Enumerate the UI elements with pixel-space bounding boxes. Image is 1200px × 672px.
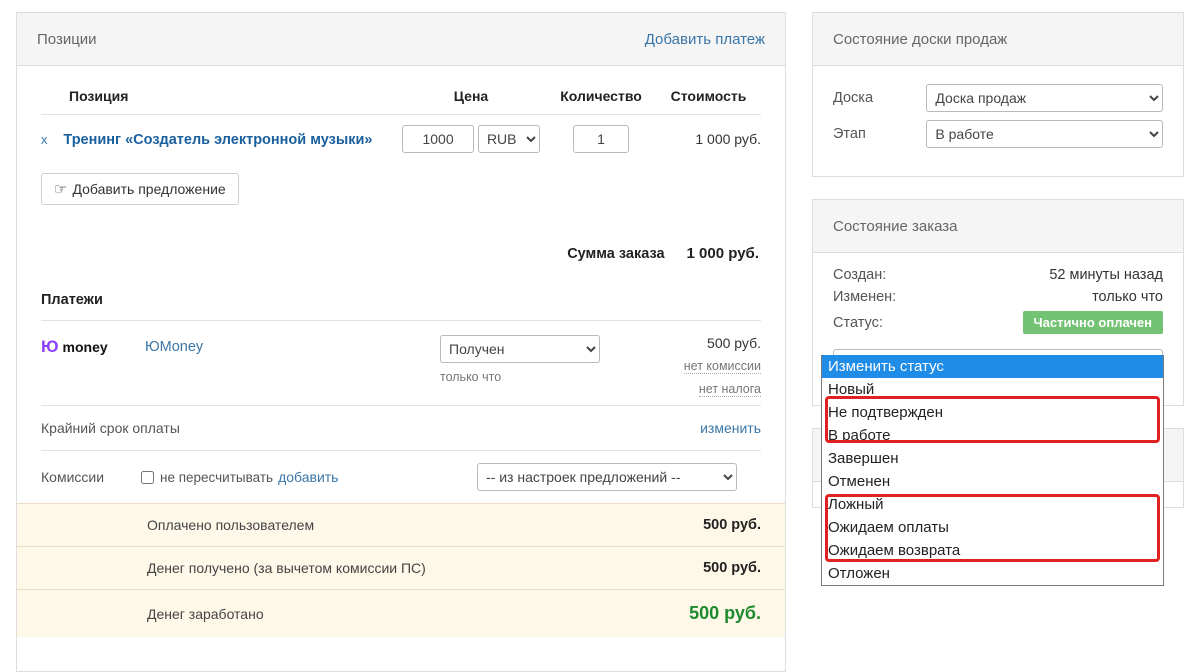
- order-total-value: 1 000 руб.: [686, 245, 759, 262]
- add-offer-button[interactable]: ☞ Добавить предложение: [41, 173, 239, 205]
- yoomoney-mark-icon: Ю: [41, 337, 59, 356]
- total-value: 500 руб.: [703, 517, 761, 533]
- payment-deadline-row: Крайний срок оплаты изменить: [41, 406, 761, 450]
- status-option-3[interactable]: В работе: [822, 424, 1163, 447]
- status-option-9[interactable]: Отложен: [822, 562, 1163, 585]
- status-option-5[interactable]: Отменен: [822, 470, 1163, 493]
- status-option-4[interactable]: Завершен: [822, 447, 1163, 470]
- changed-value: только что: [1092, 289, 1163, 305]
- status-dropdown-list[interactable]: Изменить статус Новый Не подтвержден В рабо…: [821, 355, 1164, 586]
- item-currency-select[interactable]: RUB: [477, 125, 540, 153]
- item-price-cell: RUB: [396, 115, 546, 164]
- created-row: Создан: 52 минуты назад: [833, 267, 1163, 283]
- payment-deadline-edit-link[interactable]: изменить: [700, 420, 761, 436]
- created-value: 52 минуты назад: [1049, 267, 1163, 283]
- items-table: Позиция Цена Количество Стоимость x Трен…: [41, 66, 761, 163]
- order-state-header: Состояние заказа: [813, 200, 1183, 253]
- items-panel-body: Позиция Цена Количество Стоимость x Трен…: [17, 66, 785, 503]
- item-cost-value: 1 000 руб.: [695, 131, 761, 147]
- payment-status-time: только что: [440, 370, 502, 384]
- total-label: Денег заработано: [147, 605, 264, 622]
- status-option-0[interactable]: Изменить статус: [822, 355, 1163, 378]
- column-header-price: Цена: [396, 66, 546, 115]
- item-price-input[interactable]: [402, 125, 475, 153]
- item-name-cell: x Тренинг «Создатель электронной музыки»: [41, 115, 396, 164]
- item-quantity-input[interactable]: [573, 125, 629, 153]
- status-option-2[interactable]: Не подтвержден: [822, 401, 1163, 424]
- total-label: Денег получено (за вычетом комиссии ПС): [147, 560, 426, 576]
- payment-deadline-label: Крайний срок оплаты: [41, 420, 180, 436]
- commission-source-select[interactable]: -- из настроек предложений --: [477, 463, 737, 491]
- sales-board-body: Доска Доска продаж Этап В работе: [813, 66, 1183, 176]
- add-payment-link[interactable]: Добавить платеж: [645, 31, 765, 48]
- total-label: Оплачено пользователем: [147, 517, 315, 533]
- status-row: Статус: Частично оплачен: [833, 311, 1163, 334]
- status-option-6[interactable]: Ложный: [822, 493, 1163, 516]
- no-commission-label[interactable]: нет комиссии: [683, 359, 761, 374]
- page-root: Позиции Добавить платеж Позиция Цена Кол…: [0, 0, 1200, 672]
- items-table-body: x Тренинг «Создатель электронной музыки»…: [41, 115, 761, 164]
- item-name-link[interactable]: Тренинг «Создатель электронной музыки»: [63, 132, 372, 148]
- column-header-position: Позиция: [41, 66, 396, 115]
- status-option-1[interactable]: Новый: [822, 378, 1163, 401]
- items-table-head: Позиция Цена Количество Стоимость: [41, 66, 761, 115]
- remove-item-icon[interactable]: x: [41, 132, 60, 147]
- commissions-row: Комиссии не пересчитывать добавить -- из…: [41, 451, 761, 503]
- stage-field-row: Этап В работе: [833, 120, 1163, 148]
- totals-band: Оплачено пользователем 500 руб. Денег по…: [17, 503, 785, 637]
- column-header-quantity: Количество: [546, 66, 656, 115]
- column-header-cost: Стоимость: [656, 66, 761, 115]
- order-total-row: Сумма заказа 1 000 руб.: [41, 245, 761, 262]
- yoomoney-logo: Ю money: [41, 335, 145, 355]
- total-value-earned: 500 руб.: [689, 603, 761, 623]
- hand-pointer-icon: ☞: [54, 180, 68, 198]
- commissions-label: Комиссии: [41, 469, 105, 485]
- payments-section-title: Платежи: [41, 292, 103, 308]
- items-panel-header: Позиции Добавить платеж: [17, 13, 785, 66]
- add-commission-link[interactable]: добавить: [278, 469, 338, 485]
- changed-label: Изменен:: [833, 289, 897, 305]
- total-row-money-received: Денег получено (за вычетом комиссии ПС) …: [17, 547, 785, 590]
- board-select[interactable]: Доска продаж: [926, 84, 1163, 112]
- stage-select[interactable]: В работе: [926, 120, 1163, 148]
- payment-row: Ю money ЮMoney Получен только что 500 ру…: [41, 321, 761, 405]
- changed-row: Изменен: только что: [833, 289, 1163, 305]
- total-row-money-earned: Денег заработано 500 руб.: [17, 590, 785, 637]
- payment-status-select[interactable]: Получен: [440, 335, 600, 363]
- table-row: x Тренинг «Создатель электронной музыки»…: [41, 115, 761, 164]
- status-option-7[interactable]: Ожидаем оплаты: [822, 516, 1163, 539]
- board-field-row: Доска Доска продаж: [833, 84, 1163, 112]
- status-label: Статус:: [833, 314, 883, 331]
- yoomoney-logo-text: money: [62, 338, 108, 355]
- items-panel: Позиции Добавить платеж Позиция Цена Кол…: [16, 12, 786, 672]
- items-panel-title: Позиции: [37, 30, 97, 48]
- items-table-header-row: Позиция Цена Количество Стоимость: [41, 66, 761, 115]
- payment-method-link[interactable]: ЮMoney: [145, 335, 203, 355]
- created-label: Создан:: [833, 267, 887, 283]
- sales-board-header: Состояние доски продаж: [813, 13, 1183, 66]
- sales-board-title: Состояние доски продаж: [833, 30, 1008, 48]
- status-option-8[interactable]: Ожидаем возврата: [822, 539, 1163, 562]
- payment-amount: 500 руб.: [707, 335, 761, 351]
- no-recalc-label: не пересчитывать: [160, 469, 274, 485]
- total-value: 500 руб.: [703, 560, 761, 576]
- sales-board-panel: Состояние доски продаж Доска Доска прода…: [812, 12, 1184, 177]
- no-recalc-checkbox[interactable]: [141, 470, 154, 484]
- total-row-paid-by-user: Оплачено пользователем 500 руб.: [17, 504, 785, 547]
- add-offer-button-label: Добавить предложение: [72, 181, 226, 197]
- item-quantity-cell: [546, 115, 656, 164]
- payment-status-cell: Получен только что: [440, 335, 656, 384]
- no-tax-label[interactable]: нет налога: [698, 382, 761, 397]
- stage-label: Этап: [833, 126, 866, 142]
- status-badge: Частично оплачен: [1022, 311, 1163, 334]
- board-label: Доска: [833, 90, 874, 106]
- order-total-label: Сумма заказа: [567, 246, 665, 262]
- order-state-title: Состояние заказа: [833, 217, 958, 235]
- payment-amount-cell: 500 руб. нет комиссии нет налога: [656, 335, 761, 397]
